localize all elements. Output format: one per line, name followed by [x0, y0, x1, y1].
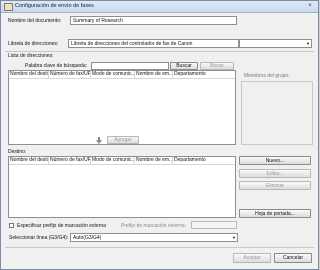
close-icon[interactable]: ×: [305, 2, 315, 10]
external-prefix-input[interactable]: [191, 221, 237, 229]
line-select-selected: Auto(G3/G4): [73, 235, 102, 241]
column-header[interactable]: Nombre de em...: [135, 157, 173, 164]
separator: [5, 51, 314, 52]
fax-settings-dialog: Configuración de envío de faxes × Nombre…: [0, 0, 319, 270]
address-list-table[interactable]: Nombre del destino Número de fax/URI Mod…: [8, 70, 236, 145]
address-list-title: Lista de direcciones:: [8, 53, 54, 59]
destination-table[interactable]: Nombre del destino Número de fax/URI Mod…: [8, 156, 236, 218]
separator: [5, 247, 314, 248]
search-input[interactable]: [91, 62, 169, 70]
external-prefix-checkbox[interactable]: [9, 223, 14, 228]
line-select-dropdown[interactable]: Auto(G3/G4) ▼: [70, 233, 238, 242]
search-keyword-label: Palabra clave de búsqueda:: [25, 63, 87, 69]
new-button[interactable]: Nuevo...: [239, 156, 311, 165]
address-book-selected: Libreta de direcciones del controlador d…: [71, 41, 193, 47]
column-header[interactable]: Número de fax/URI: [49, 157, 91, 164]
column-header[interactable]: Nombre del destino: [9, 157, 49, 164]
column-header[interactable]: Departamento: [173, 71, 235, 78]
column-header[interactable]: Modo de comunic...: [91, 71, 135, 78]
arrow-down-icon: [96, 140, 102, 144]
chevron-down-icon: ▼: [232, 235, 236, 240]
column-header[interactable]: Nombre de em...: [135, 71, 173, 78]
clear-button[interactable]: Borrar: [200, 62, 234, 70]
chevron-down-icon: ▼: [306, 41, 310, 46]
address-book-select[interactable]: Libreta de direcciones del controlador d…: [68, 39, 239, 48]
group-members-list: [241, 81, 313, 145]
address-book-select-extension[interactable]: ▼: [239, 39, 312, 48]
window-title: Configuración de envío de faxes: [15, 3, 94, 9]
address-book-label: Libreta de direcciones:: [8, 41, 59, 47]
accept-button[interactable]: Aceptar: [233, 253, 271, 263]
delete-button[interactable]: Eliminar: [239, 181, 311, 190]
document-name-label: Nombre del documento:: [8, 18, 62, 24]
column-header[interactable]: Nombre del destino: [9, 71, 49, 78]
destination-title: Destino:: [8, 149, 27, 155]
column-header[interactable]: Modo de comunic...: [91, 157, 135, 164]
title-bar: Configuración de envío de faxes ×: [1, 1, 318, 13]
external-prefix-checkbox-label: Especificar prefijo de marcación externa: [17, 223, 106, 229]
column-header[interactable]: Departamento: [173, 157, 235, 164]
edit-button[interactable]: Editar...: [239, 169, 311, 178]
add-button[interactable]: Agregar: [107, 136, 139, 144]
column-header[interactable]: Número de fax/URI: [49, 71, 91, 78]
fax-app-icon: [4, 3, 13, 11]
cancel-button[interactable]: Cancelar: [274, 253, 312, 263]
address-list-header: Nombre del destino Número de fax/URI Mod…: [9, 71, 235, 79]
document-name-input[interactable]: Summary of Research: [70, 16, 237, 25]
cover-sheet-button[interactable]: Hoja de portada...: [239, 209, 311, 218]
search-button[interactable]: Buscar: [170, 62, 198, 70]
line-select-label: Seleccionar línea (G3/G4):: [9, 235, 69, 241]
group-members-label: Miembros del grupo:: [244, 73, 290, 79]
external-prefix-label: Prefijo de marcación externa:: [121, 223, 187, 229]
destination-header: Nombre del destino Número de fax/URI Mod…: [9, 157, 235, 165]
